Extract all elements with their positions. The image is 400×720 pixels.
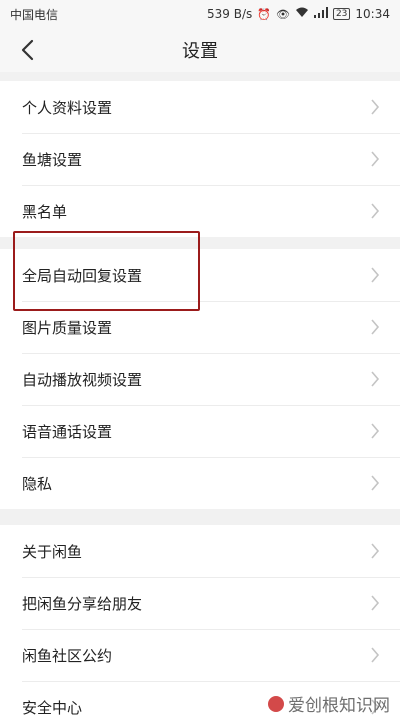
chevron-right-icon <box>371 151 380 167</box>
settings-item-about[interactable]: 关于闲鱼 <box>0 525 400 577</box>
chevron-left-icon <box>21 39 34 61</box>
watermark: 爱创根知识网 <box>268 691 390 716</box>
settings-item-label: 闲鱼社区公约 <box>22 646 113 665</box>
clock: 10:34 <box>355 7 390 21</box>
status-icons: 539 B/s ⏰ 👁 23 10:34 <box>207 7 390 21</box>
settings-item-label: 把闲鱼分享给朋友 <box>22 594 143 613</box>
battery-icon: 23 <box>332 8 351 20</box>
eye-icon: 👁 <box>275 7 290 21</box>
settings-item-share[interactable]: 把闲鱼分享给朋友 <box>0 577 400 629</box>
chevron-right-icon <box>371 595 380 611</box>
watermark-logo-icon <box>268 695 284 712</box>
chevron-right-icon <box>371 99 380 115</box>
signal-4g-icon <box>313 7 328 21</box>
settings-item-profile[interactable]: 个人资料设置 <box>0 81 400 133</box>
carrier-name: 中国电信 <box>10 7 59 22</box>
chevron-right-icon <box>371 319 380 335</box>
chevron-right-icon <box>371 267 380 283</box>
net-speed: 539 B/s <box>207 7 253 21</box>
settings-item-community-rules[interactable]: 闲鱼社区公约 <box>0 629 400 681</box>
settings-item-label: 自动播放视频设置 <box>22 370 143 389</box>
page-title: 设置 <box>182 41 218 62</box>
chevron-right-icon <box>371 475 380 491</box>
settings-section-account: 个人资料设置 鱼塘设置 黑名单 <box>0 81 400 237</box>
settings-item-blacklist[interactable]: 黑名单 <box>0 185 400 237</box>
alarm-icon: ⏰ <box>257 7 271 21</box>
settings-section-general: 全局自动回复设置 图片质量设置 自动播放视频设置 语音通话设置 隐私 <box>0 249 400 509</box>
chevron-right-icon <box>371 203 380 219</box>
settings-item-label: 全局自动回复设置 <box>22 266 143 285</box>
chevron-right-icon <box>371 423 380 439</box>
watermark-text: 爱创根知识网 <box>288 696 390 716</box>
settings-item-privacy[interactable]: 隐私 <box>0 457 400 509</box>
settings-item-label: 关于闲鱼 <box>22 542 83 561</box>
nav-bar: 设置 <box>0 28 400 72</box>
settings-item-label: 鱼塘设置 <box>22 150 83 169</box>
status-bar: 中国电信 539 B/s ⏰ 👁 23 10:34 <box>0 0 400 28</box>
settings-item-auto-reply[interactable]: 全局自动回复设置 <box>0 249 400 301</box>
settings-item-label: 安全中心 <box>22 698 83 717</box>
wifi-icon <box>295 7 309 21</box>
settings-item-image-quality[interactable]: 图片质量设置 <box>0 301 400 353</box>
chevron-right-icon <box>371 543 380 559</box>
back-button[interactable] <box>14 36 40 64</box>
settings-item-label: 隐私 <box>22 474 53 493</box>
settings-item-label: 图片质量设置 <box>22 318 113 337</box>
chevron-right-icon <box>371 647 380 663</box>
settings-item-voice-call[interactable]: 语音通话设置 <box>0 405 400 457</box>
settings-item-fishpond[interactable]: 鱼塘设置 <box>0 133 400 185</box>
chevron-right-icon <box>371 371 380 387</box>
settings-item-label: 语音通话设置 <box>22 422 113 441</box>
settings-item-label: 黑名单 <box>22 202 68 221</box>
settings-item-label: 个人资料设置 <box>22 98 113 117</box>
settings-item-autoplay-video[interactable]: 自动播放视频设置 <box>0 353 400 405</box>
